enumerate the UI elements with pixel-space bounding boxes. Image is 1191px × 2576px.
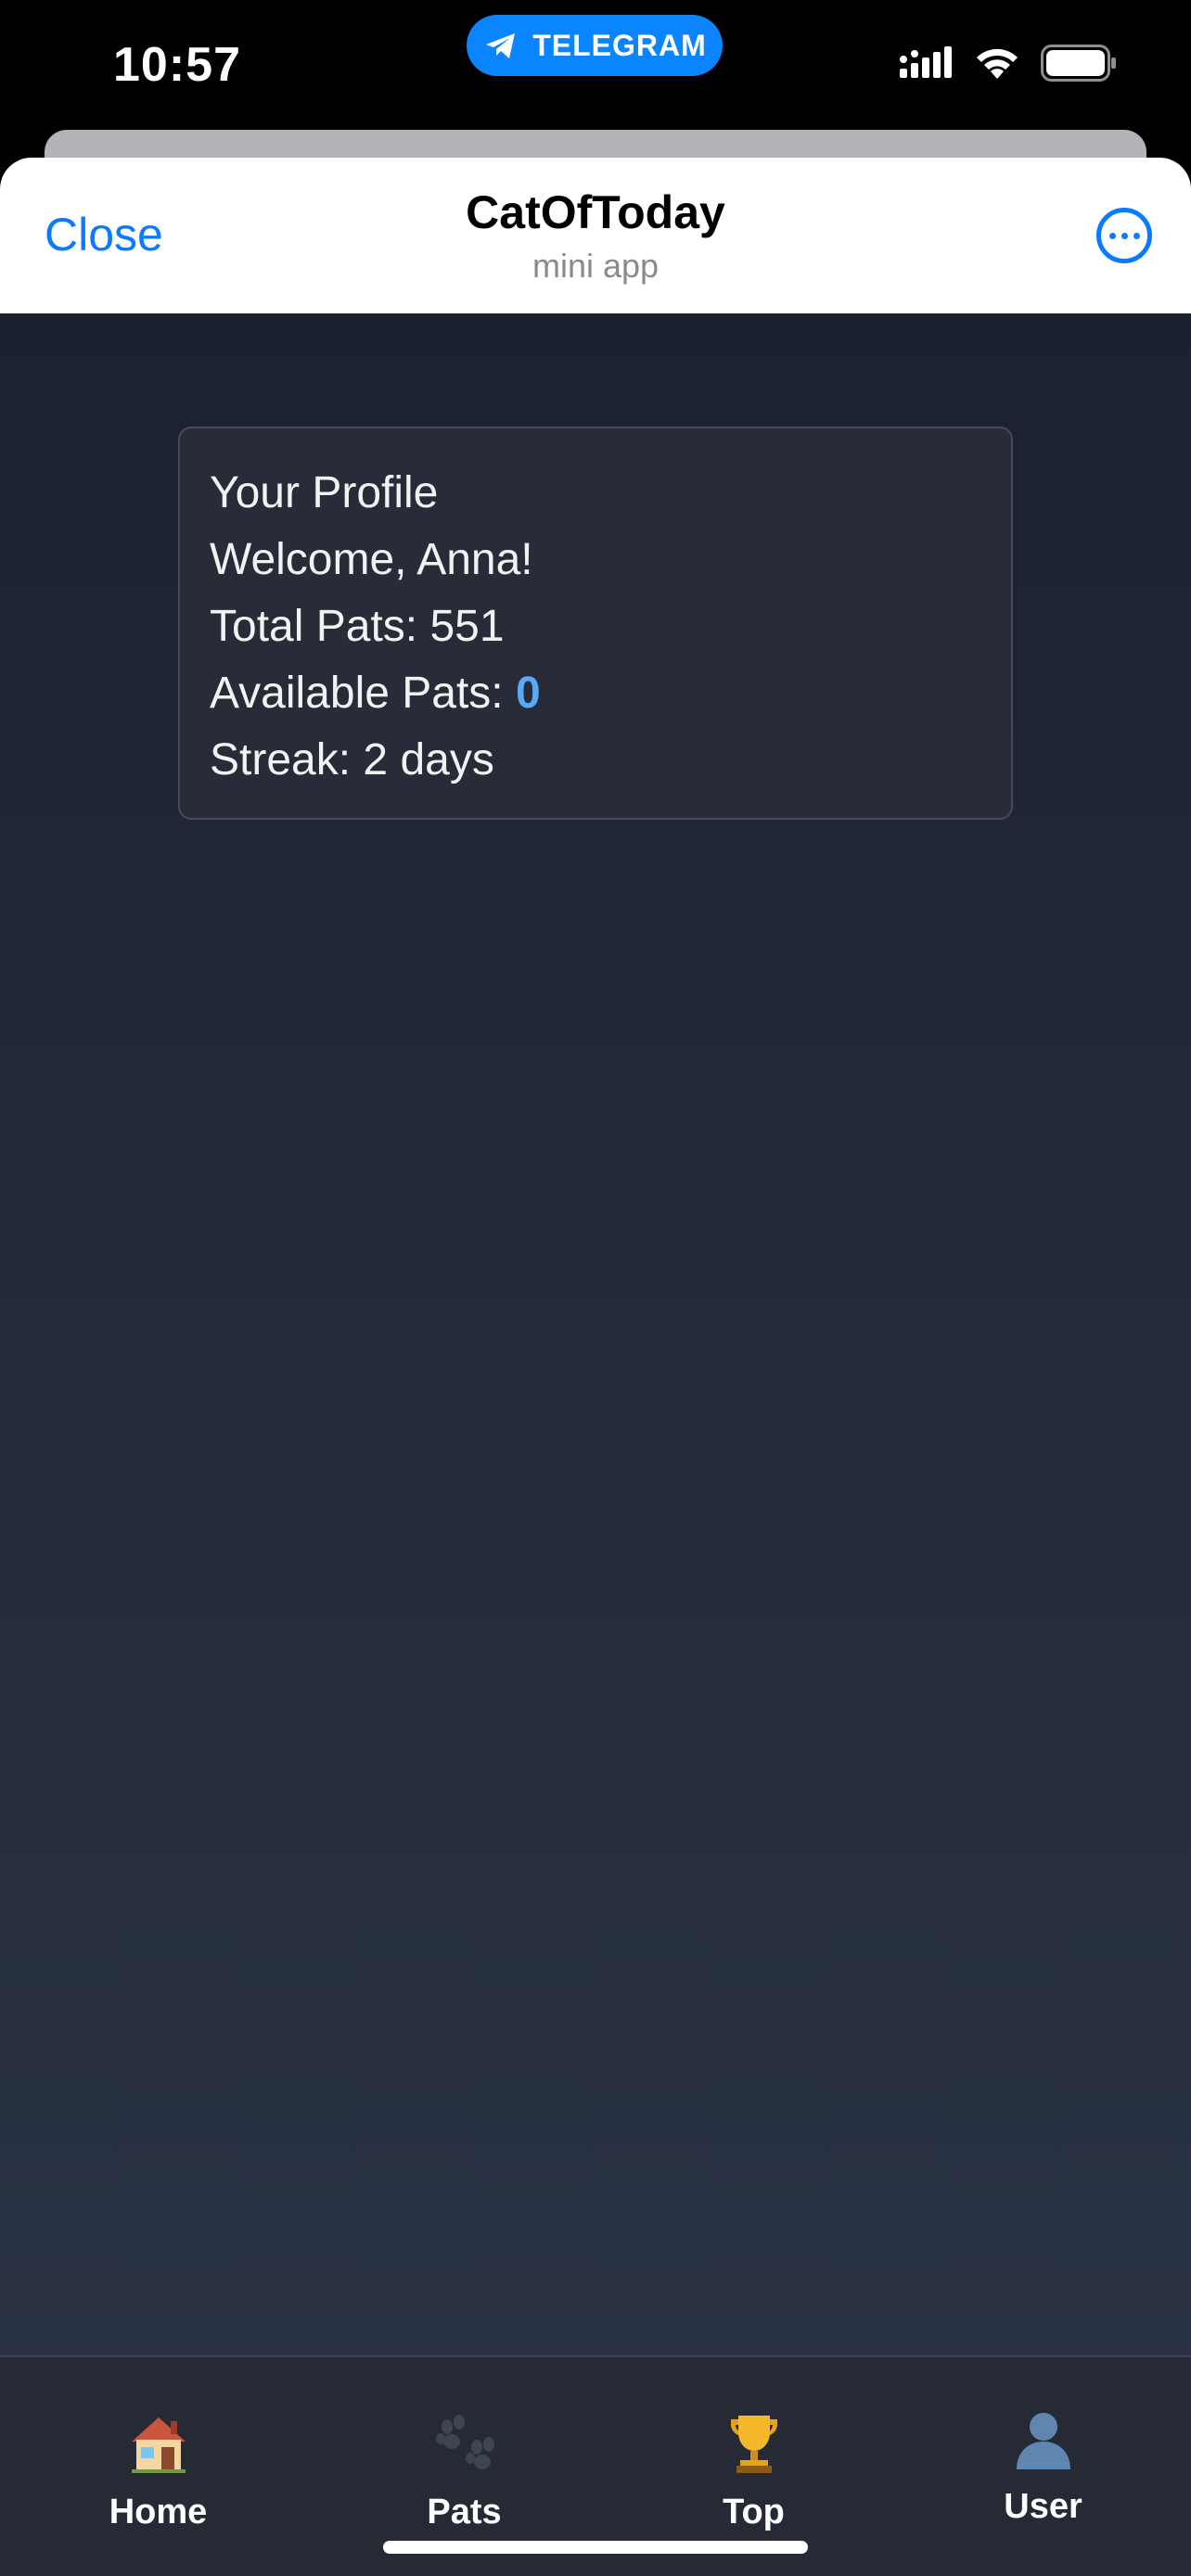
nav-item-home[interactable]: Home: [9, 2357, 307, 2576]
cellular-signal-icon: [900, 46, 952, 78]
house-icon: [9, 2407, 307, 2481]
profile-heading: Your Profile: [210, 468, 439, 517]
total-pats-row: Total Pats: 551: [210, 593, 1011, 660]
more-dot: [1108, 232, 1116, 239]
nav-label-user: User: [1004, 2487, 1082, 2526]
more-dot: [1121, 232, 1128, 239]
nav-label-pats: Pats: [427, 2493, 502, 2531]
streak-label: Streak:: [210, 735, 352, 784]
profile-card: Your Profile Welcome, Anna! Total Pats: …: [178, 427, 1013, 820]
available-pats-label: Available Pats:: [210, 669, 504, 718]
available-pats-value: 0: [515, 669, 541, 718]
total-pats-label: Total Pats:: [210, 602, 418, 651]
more-dot: [1133, 232, 1140, 239]
streak-value: 2 days: [363, 735, 494, 784]
app-title: CatOfToday: [466, 186, 725, 238]
trophy-icon: [605, 2407, 903, 2481]
telegram-pill[interactable]: TELEGRAM: [467, 15, 723, 76]
home-indicator[interactable]: [383, 2541, 808, 2554]
status-icons: [900, 45, 1117, 82]
app-subtitle: mini app: [531, 247, 660, 285]
wifi-icon: [977, 48, 1018, 79]
nav-item-user[interactable]: User: [894, 2357, 1191, 2576]
telegram-pill-label: TELEGRAM: [532, 28, 707, 62]
screen: 10:57 TELEGRAM Close CatOfToday mini app…: [0, 0, 1191, 2576]
more-options-button[interactable]: [1096, 208, 1152, 263]
mini-app-header: Close CatOfToday mini app: [0, 158, 1191, 313]
status-time: 10:57: [113, 38, 241, 92]
streak-row: Streak: 2 days: [210, 727, 1011, 794]
available-pats-row: Available Pats: 0: [210, 660, 1011, 727]
status-bar: 10:57 TELEGRAM: [0, 0, 1191, 130]
welcome-text: Welcome, Anna!: [210, 535, 533, 584]
app-content: Your Profile Welcome, Anna! Total Pats: …: [0, 313, 1191, 2355]
total-pats-value: 551: [429, 602, 505, 651]
battery-icon: [1041, 45, 1116, 82]
telegram-plane-icon: [486, 33, 516, 58]
user-silhouette-icon: [894, 2402, 1191, 2476]
nav-label-top: Top: [723, 2493, 785, 2531]
nav-label-home: Home: [109, 2493, 208, 2531]
paw-icon: [315, 2407, 613, 2481]
